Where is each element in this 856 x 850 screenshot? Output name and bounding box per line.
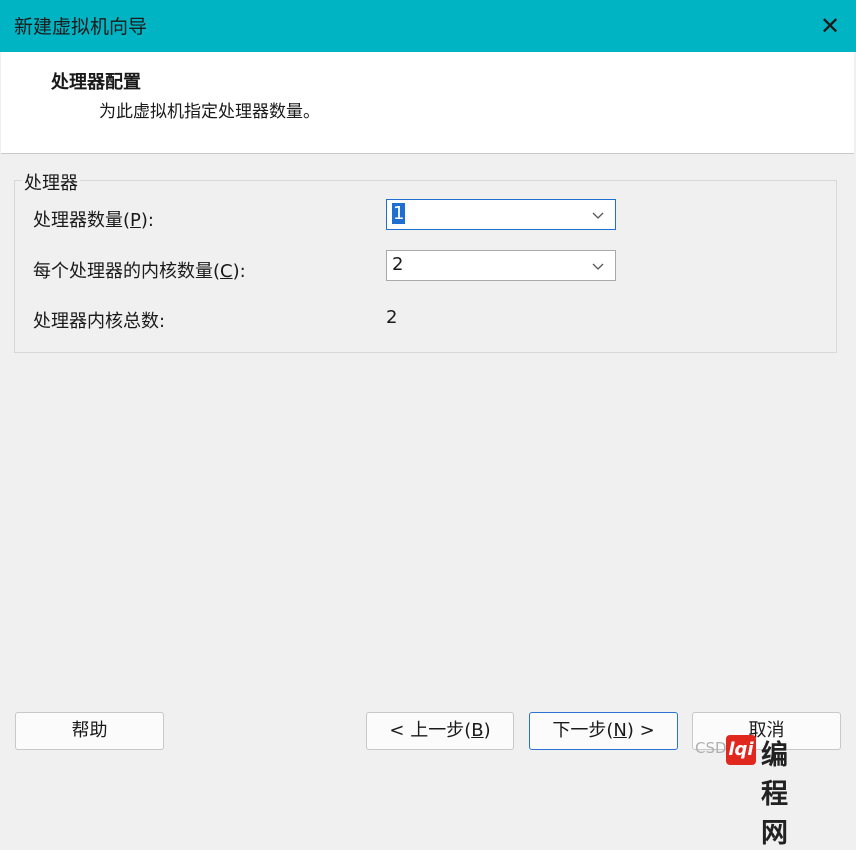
chevron-down-icon [592, 263, 604, 270]
close-button[interactable]: ✕ [816, 12, 844, 40]
watermark-prefix: CSD [695, 739, 727, 757]
page-title: 处理器配置 [51, 72, 141, 93]
watermark-logo: lqi [726, 735, 756, 765]
close-icon: ✕ [819, 12, 841, 40]
total-cores-label: 处理器内核总数: [33, 311, 166, 332]
back-button[interactable]: < 上一步(B) [366, 712, 514, 750]
cores-per-processor-label: 每个处理器的内核数量(C): [33, 261, 246, 282]
cores-per-processor-value: 2 [392, 254, 404, 275]
watermark-site: 编程网 [761, 740, 789, 849]
processor-count-label: 处理器数量(P): [33, 210, 154, 231]
header-panel: 处理器配置 为此虚拟机指定处理器数量。 [1, 52, 854, 154]
cores-per-processor-select[interactable]: 2 [386, 250, 616, 281]
page-subtitle: 为此虚拟机指定处理器数量。 [99, 102, 320, 122]
total-cores-value: 2 [386, 307, 398, 328]
processor-group-label: 处理器 [22, 169, 80, 195]
window-title: 新建虚拟机向导 [14, 16, 148, 38]
next-button[interactable]: 下一步(N) > [529, 712, 678, 750]
processor-count-value: 1 [392, 203, 406, 224]
help-button[interactable]: 帮助 [15, 712, 164, 750]
title-bar: 新建虚拟机向导 ✕ [0, 0, 856, 52]
processor-count-select[interactable]: 1 [386, 199, 616, 230]
chevron-down-icon [592, 212, 604, 219]
